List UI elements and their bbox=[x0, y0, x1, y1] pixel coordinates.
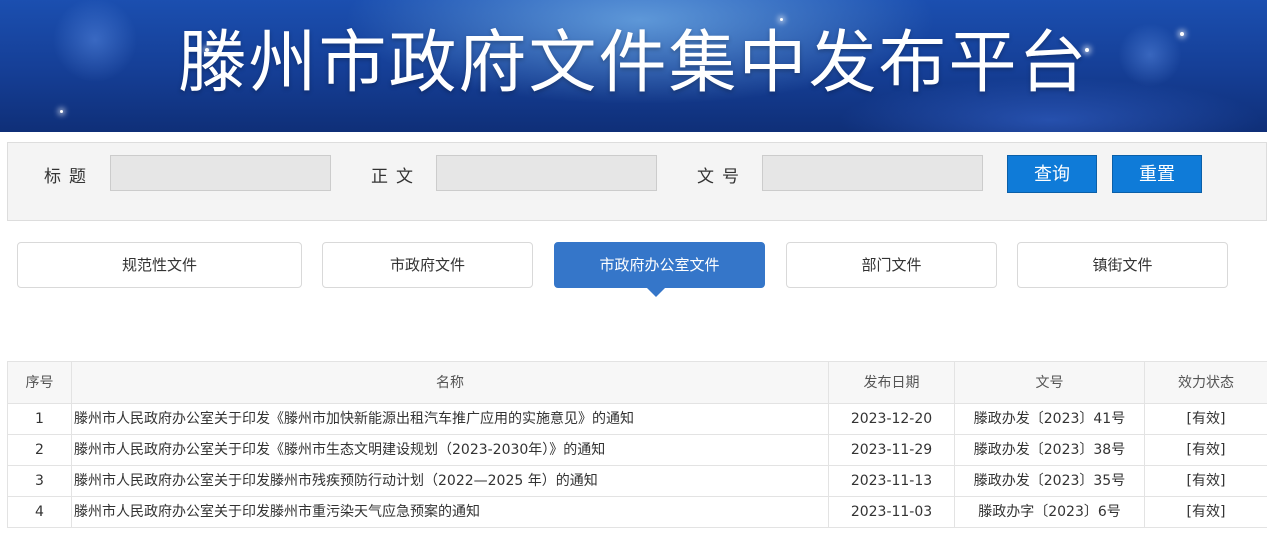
table-row: 4 滕州市人民政府办公室关于印发滕州市重污染天气应急预案的通知 2023-11-… bbox=[7, 496, 1267, 528]
search-panel: 标题 正文 文号 查询 重置 bbox=[7, 142, 1267, 221]
row-number: 3 bbox=[7, 465, 72, 497]
documents-table: 序号 名称 发布日期 文号 效力状态 1 滕州市人民政府办公室关于印发《滕州市加… bbox=[7, 361, 1267, 528]
document-number: 滕政办发〔2023〕38号 bbox=[954, 434, 1145, 466]
title-input[interactable] bbox=[110, 155, 331, 191]
validity-status: [有效] bbox=[1144, 403, 1267, 435]
document-title-link[interactable]: 滕州市人民政府办公室关于印发滕州市残疾预防行动计划（2022—2025 年）的通… bbox=[71, 465, 829, 497]
tab-government-office-documents[interactable]: 市政府办公室文件 bbox=[554, 242, 765, 288]
table-row: 1 滕州市人民政府办公室关于印发《滕州市加快新能源出租汽车推广应用的实施意见》的… bbox=[7, 403, 1267, 435]
tab-normative-documents[interactable]: 规范性文件 bbox=[17, 242, 302, 288]
document-number: 滕政办字〔2023〕6号 bbox=[954, 496, 1145, 528]
doc-number-input[interactable] bbox=[762, 155, 983, 191]
column-header-status: 效力状态 bbox=[1144, 361, 1267, 404]
title-label: 标题 bbox=[44, 167, 94, 187]
column-header-number: 序号 bbox=[7, 361, 72, 404]
document-title-link[interactable]: 滕州市人民政府办公室关于印发滕州市重污染天气应急预案的通知 bbox=[71, 496, 829, 528]
body-label: 正文 bbox=[371, 167, 421, 187]
validity-status: [有效] bbox=[1144, 465, 1267, 497]
validity-status: [有效] bbox=[1144, 434, 1267, 466]
body-input[interactable] bbox=[436, 155, 657, 191]
publish-date: 2023-11-03 bbox=[828, 496, 955, 528]
page-title: 滕州市政府文件集中发布平台 bbox=[178, 24, 1089, 103]
tab-department-documents[interactable]: 部门文件 bbox=[786, 242, 997, 288]
publish-date: 2023-11-13 bbox=[828, 465, 955, 497]
row-number: 2 bbox=[7, 434, 72, 466]
publish-date: 2023-11-29 bbox=[828, 434, 955, 466]
table-row: 2 滕州市人民政府办公室关于印发《滕州市生态文明建设规划（2023-2030年）… bbox=[7, 434, 1267, 466]
column-header-name: 名称 bbox=[71, 361, 829, 404]
reset-button[interactable]: 重置 bbox=[1112, 155, 1202, 193]
tab-town-street-documents[interactable]: 镇街文件 bbox=[1017, 242, 1228, 288]
document-number: 滕政办发〔2023〕35号 bbox=[954, 465, 1145, 497]
column-header-doc-number: 文号 bbox=[954, 361, 1145, 404]
column-header-date: 发布日期 bbox=[828, 361, 955, 404]
document-number: 滕政办发〔2023〕41号 bbox=[954, 403, 1145, 435]
row-number: 4 bbox=[7, 496, 72, 528]
header-banner: 滕州市政府文件集中发布平台 bbox=[0, 0, 1267, 132]
document-title-link[interactable]: 滕州市人民政府办公室关于印发《滕州市生态文明建设规划（2023-2030年）》的… bbox=[71, 434, 829, 466]
table-row: 3 滕州市人民政府办公室关于印发滕州市残疾预防行动计划（2022—2025 年）… bbox=[7, 465, 1267, 497]
sparkle-decoration bbox=[60, 110, 63, 113]
row-number: 1 bbox=[7, 403, 72, 435]
validity-status: [有效] bbox=[1144, 496, 1267, 528]
active-tab-indicator bbox=[647, 288, 665, 297]
tab-city-government-documents[interactable]: 市政府文件 bbox=[322, 242, 533, 288]
table-header-row: 序号 名称 发布日期 文号 效力状态 bbox=[7, 361, 1267, 404]
publish-date: 2023-12-20 bbox=[828, 403, 955, 435]
query-button[interactable]: 查询 bbox=[1007, 155, 1097, 193]
doc-number-label: 文号 bbox=[697, 167, 747, 187]
document-title-link[interactable]: 滕州市人民政府办公室关于印发《滕州市加快新能源出租汽车推广应用的实施意见》的通知 bbox=[71, 403, 829, 435]
sparkle-decoration bbox=[780, 18, 783, 21]
